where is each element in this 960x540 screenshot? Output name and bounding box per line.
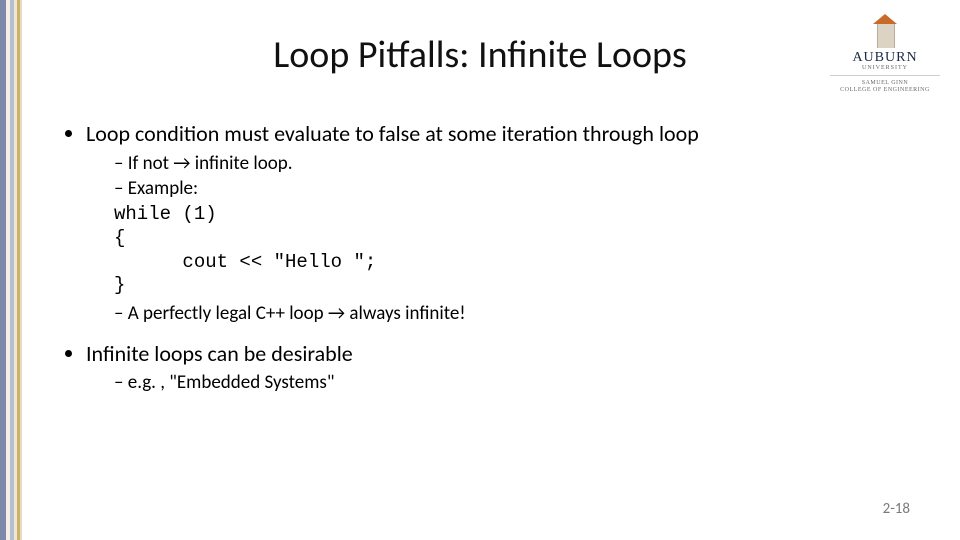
bullet-1: Loop condition must evaluate to false at… <box>86 120 920 326</box>
bullet-2: Infinite loops can be desirable e.g. , "… <box>86 340 920 395</box>
bullet-1-sub-1: If not → infinite loop. <box>114 152 920 176</box>
page-number: 2-18 <box>883 500 910 518</box>
bullet-2-sub-1: e.g. , "Embedded Systems" <box>114 371 920 395</box>
code-block: while (1) { cout << "Hello "; } <box>114 203 920 298</box>
left-accent-strip <box>0 0 22 540</box>
bullet-2-text: Infinite loops can be desirable <box>86 340 353 367</box>
brand-college: SAMUEL GINN COLLEGE OF ENGINEERING <box>830 80 940 94</box>
bullet-1-sub-3: A perfectly legal C++ loop → always infi… <box>114 302 920 326</box>
slide-title: Loop Pitfalls: Infinite Loops <box>0 32 960 78</box>
bullet-1-text: Loop condition must evaluate to false at… <box>86 120 699 147</box>
slide-content: Loop condition must evaluate to false at… <box>60 120 920 409</box>
bullet-1-sub-2: Example: <box>114 177 920 201</box>
